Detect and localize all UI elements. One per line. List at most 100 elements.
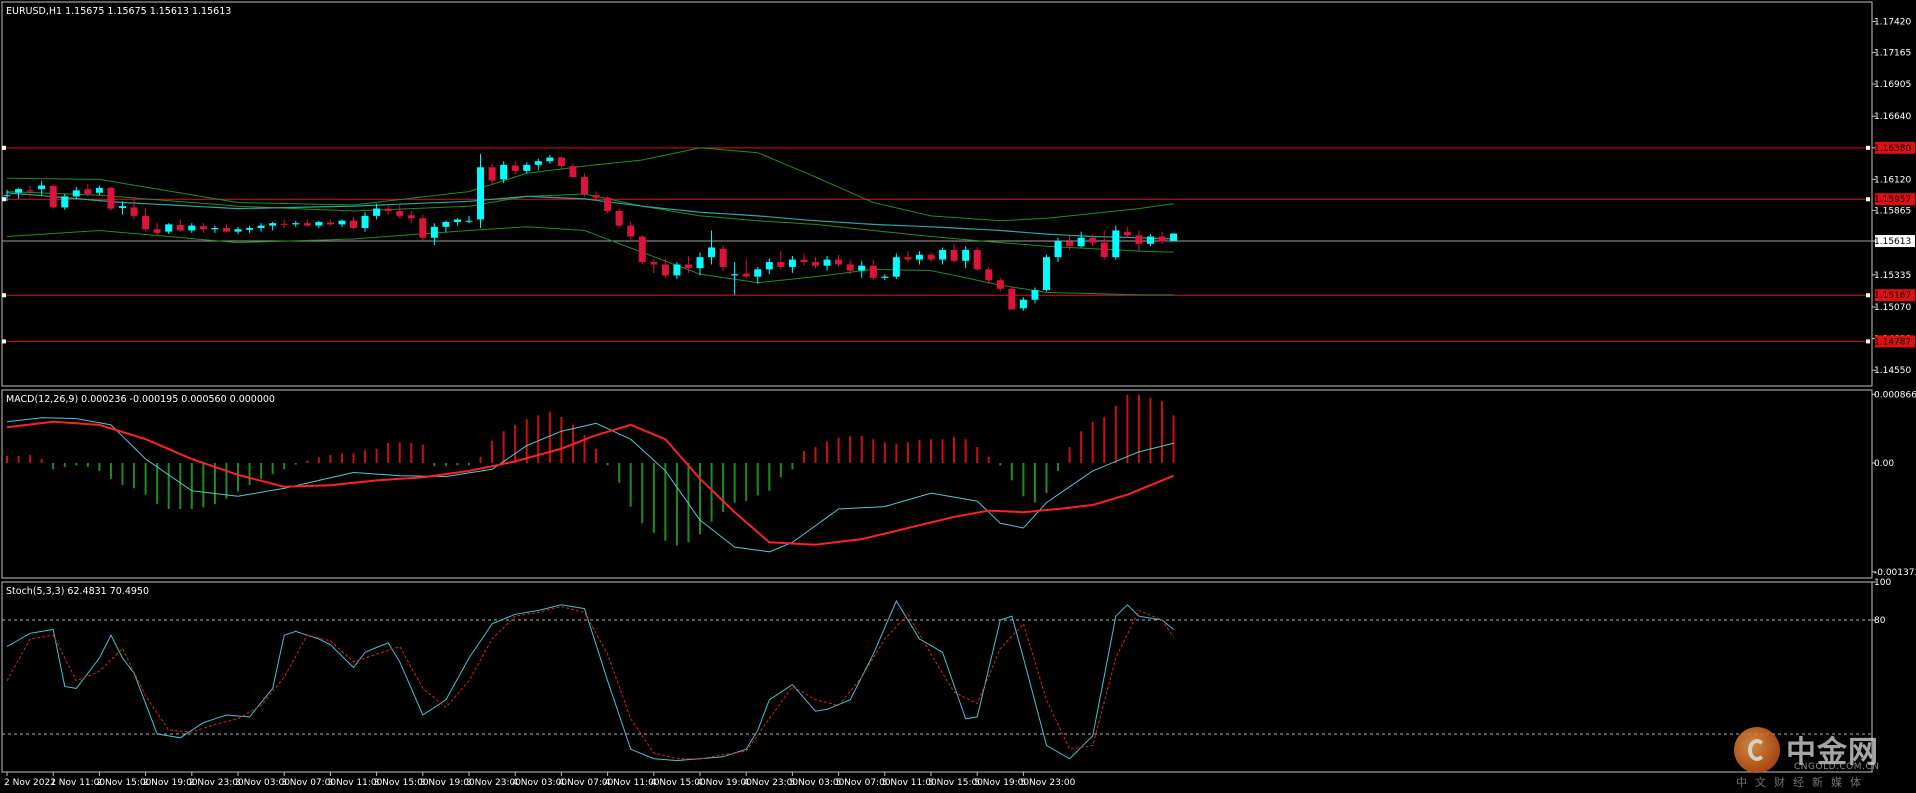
macd-tick-label: 0.000866	[1874, 390, 1916, 400]
time-tick-label: 5 Nov 23:00	[1020, 778, 1075, 788]
candle-body	[996, 280, 1004, 289]
candle-body	[1008, 288, 1016, 310]
candle[interactable]	[719, 245, 727, 271]
candle-body	[534, 161, 542, 165]
candle-body	[1170, 233, 1178, 242]
candle-body	[396, 211, 404, 216]
candle[interactable]	[1043, 254, 1050, 292]
candle-body	[107, 187, 115, 209]
candle-body	[315, 221, 323, 226]
price-tick-label: 1.16640	[1874, 112, 1911, 122]
trading-chart[interactable]: 1.17420 1.17165 1.16905 1.16640 1.16380 1.161…	[0, 0, 1916, 793]
level-handle[interactable]	[2, 293, 6, 298]
candle-body	[915, 254, 923, 260]
candle-body	[72, 190, 80, 197]
candle-body	[927, 254, 935, 260]
candle-body	[823, 259, 831, 266]
level-label: 1.14787	[1874, 337, 1911, 347]
candle-body	[731, 274, 739, 276]
candle-body	[962, 249, 970, 261]
price-tick-label: 1.15070	[1874, 303, 1911, 313]
level-label: 1.15167	[1874, 291, 1911, 301]
level-handle[interactable]	[1866, 145, 1870, 150]
candle-body	[754, 269, 762, 277]
price-tick-label: 1.15865	[1874, 206, 1911, 216]
candle[interactable]	[1008, 286, 1016, 310]
candle-body	[407, 215, 415, 219]
candle-body	[592, 195, 600, 198]
macd-tick-label: 0.00	[1874, 459, 1894, 469]
candle-body	[257, 225, 265, 229]
candle-body	[858, 265, 866, 271]
level-handle[interactable]	[1866, 339, 1870, 344]
candle-body	[708, 247, 716, 258]
candle[interactable]	[638, 235, 646, 265]
candle-body	[985, 269, 993, 281]
candle-body	[1019, 299, 1027, 309]
candle-body	[350, 220, 357, 229]
candle-body	[661, 264, 669, 276]
level-handle[interactable]	[2, 197, 6, 202]
price-tick-label: 1.16120	[1874, 175, 1911, 185]
time-tick-label: 2 Nov 2021	[4, 778, 56, 788]
candle[interactable]	[107, 186, 115, 212]
candle-body	[384, 208, 392, 212]
candle-body	[38, 185, 46, 190]
candle-body	[846, 264, 854, 271]
level-handle[interactable]	[2, 339, 6, 344]
level-label: 1.16380	[1874, 144, 1911, 154]
candle-body	[835, 259, 843, 265]
candle-body	[1146, 236, 1154, 244]
level-handle[interactable]	[1866, 293, 1870, 298]
candle-body	[95, 187, 103, 193]
candle-body	[119, 206, 126, 208]
candle[interactable]	[1170, 233, 1178, 242]
candle-body	[869, 265, 877, 278]
candle-body	[742, 273, 750, 277]
stoch-header: Stoch(5,3,3) 62.4831 70.4950	[6, 586, 149, 597]
candle-body	[696, 257, 704, 269]
macd-header: MACD(12,26,9) 0.000236 -0.000195 0.00056…	[6, 394, 275, 405]
candle-body	[61, 196, 69, 208]
level-handle[interactable]	[2, 145, 6, 150]
candle-body	[211, 228, 219, 230]
current-price-label: 1.15613	[1874, 237, 1911, 247]
candle[interactable]	[604, 196, 612, 214]
candle-body	[673, 264, 681, 276]
candle-body	[881, 276, 889, 278]
candle-body	[546, 157, 554, 162]
candle[interactable]	[1112, 225, 1120, 260]
candle-body	[234, 229, 242, 232]
candle-body	[430, 226, 438, 238]
candle[interactable]	[615, 208, 623, 229]
candle-body	[153, 229, 161, 233]
candle[interactable]	[892, 253, 900, 280]
candle-body	[130, 207, 138, 216]
candle-body	[765, 262, 773, 270]
level-handle[interactable]	[1866, 197, 1870, 202]
candle-body	[800, 259, 808, 263]
candle[interactable]	[49, 184, 57, 209]
candle-body	[176, 224, 184, 231]
candle-body	[511, 165, 519, 171]
candle-body	[373, 208, 381, 216]
chart-background	[0, 0, 1916, 793]
price-header: EURUSD,H1 1.15675 1.15675 1.15613 1.1561…	[6, 6, 231, 17]
candle-body	[523, 164, 531, 171]
candle-body	[338, 220, 346, 225]
candle-body	[973, 249, 981, 270]
candle-body	[1123, 231, 1131, 236]
candle-body	[904, 257, 912, 260]
candle-body	[557, 157, 565, 167]
price-tick-label: 1.17420	[1874, 17, 1911, 27]
candle-body	[49, 186, 57, 208]
candle-body	[84, 189, 92, 194]
candle-body	[303, 223, 311, 226]
candle[interactable]	[419, 214, 427, 241]
candle[interactable]	[973, 247, 981, 271]
price-tick-label: 1.17165	[1874, 48, 1911, 58]
stoch-tick-label: 100	[1874, 578, 1891, 588]
price-tick-label: 1.16905	[1874, 80, 1911, 90]
candle-body	[892, 257, 900, 277]
candle-body	[442, 221, 450, 227]
